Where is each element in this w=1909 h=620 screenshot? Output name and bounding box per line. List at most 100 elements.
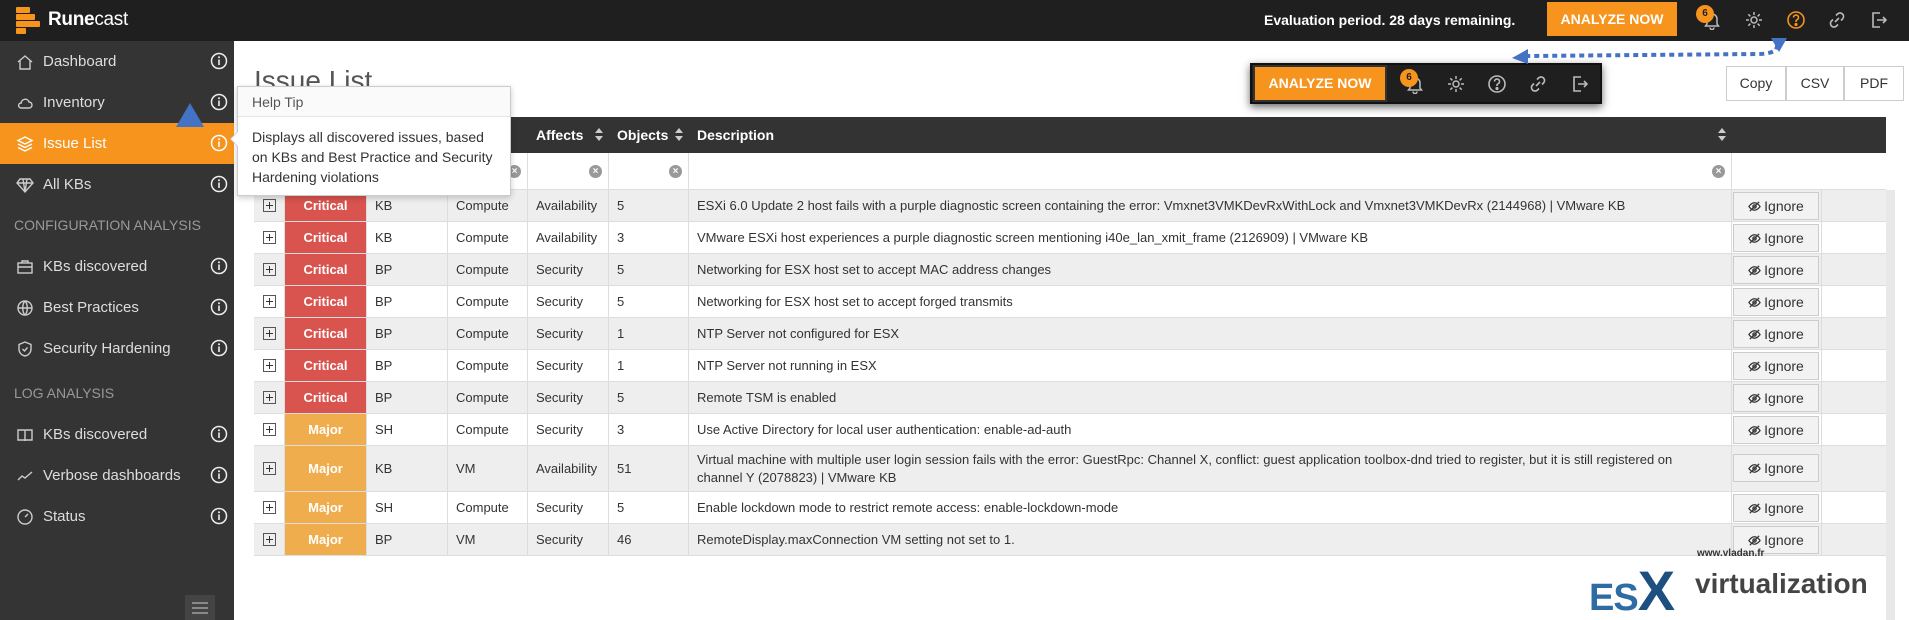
sidebar-item-config-kbs-discovered[interactable]: KBs discovered bbox=[0, 246, 234, 287]
brand-name: Runecast bbox=[48, 9, 128, 30]
issue-description[interactable]: Virtual machine with multiple user login… bbox=[689, 446, 1732, 491]
expand-row-icon[interactable] bbox=[254, 414, 285, 445]
expand-row-icon[interactable] bbox=[254, 254, 285, 285]
ignore-button[interactable]: Ignore bbox=[1733, 384, 1819, 412]
sort-icon[interactable] bbox=[595, 128, 603, 142]
chart-line-icon bbox=[15, 466, 35, 486]
sidebar-item-issue-list[interactable]: Issue List bbox=[0, 123, 234, 164]
clear-filter-icon[interactable]: × bbox=[589, 165, 602, 178]
expand-row-icon[interactable] bbox=[254, 350, 285, 381]
sidebar-item-security-hardening[interactable]: Security Hardening bbox=[0, 328, 234, 369]
expand-row-icon[interactable] bbox=[254, 222, 285, 253]
filter-objects[interactable]: × bbox=[609, 153, 689, 190]
link-icon[interactable] bbox=[1526, 72, 1550, 96]
filter-description[interactable]: × bbox=[689, 153, 1732, 190]
logout-icon[interactable] bbox=[1866, 8, 1890, 32]
filter-affects[interactable]: × bbox=[528, 153, 609, 190]
sidebar-item-log-kbs-discovered[interactable]: KBs discovered bbox=[0, 414, 234, 455]
info-icon[interactable] bbox=[210, 298, 228, 316]
affects: Security bbox=[528, 492, 609, 523]
issue-description[interactable]: NTP Server not configured for ESX bbox=[689, 318, 1732, 349]
help-icon[interactable] bbox=[1784, 8, 1808, 32]
issue-type: BP bbox=[367, 318, 448, 349]
applies-to: VM bbox=[448, 524, 528, 555]
table-row: Critical BP Compute Security 1 NTP Serve… bbox=[254, 350, 1886, 382]
ignore-button[interactable]: Ignore bbox=[1733, 192, 1819, 220]
info-icon[interactable] bbox=[210, 425, 228, 443]
logout-icon[interactable] bbox=[1567, 72, 1591, 96]
issue-description[interactable]: NTP Server not running in ESX bbox=[689, 350, 1732, 381]
affects: Security bbox=[528, 414, 609, 445]
expand-row-icon[interactable] bbox=[254, 524, 285, 555]
issue-type: BP bbox=[367, 254, 448, 285]
pdf-button[interactable]: PDF bbox=[1844, 66, 1904, 101]
eye-slash-icon bbox=[1748, 200, 1761, 212]
eye-slash-icon bbox=[1748, 232, 1761, 244]
expand-row-icon[interactable] bbox=[254, 492, 285, 523]
analyze-now-button[interactable]: ANALYZE NOW bbox=[1547, 2, 1677, 36]
issue-type: BP bbox=[367, 286, 448, 317]
ignore-button[interactable]: Ignore bbox=[1733, 454, 1819, 482]
ignore-cell: Ignore bbox=[1732, 446, 1822, 491]
speedometer-icon bbox=[15, 507, 35, 527]
log-analysis-heading: LOG ANALYSIS bbox=[14, 385, 115, 401]
info-icon[interactable] bbox=[210, 466, 228, 484]
column-header-objects[interactable]: Objects bbox=[609, 117, 689, 153]
applies-to: Compute bbox=[448, 318, 528, 349]
runecast-logo[interactable]: Runecast bbox=[16, 7, 128, 34]
issue-description[interactable]: Networking for ESX host set to accept MA… bbox=[689, 254, 1732, 285]
expand-row-icon[interactable] bbox=[254, 446, 285, 491]
issue-description[interactable]: Remote TSM is enabled bbox=[689, 382, 1732, 413]
sidebar-item-best-practices[interactable]: Best Practices bbox=[0, 287, 234, 328]
issue-description[interactable]: Enable lockdown mode to restrict remote … bbox=[689, 492, 1732, 523]
clear-filter-icon[interactable]: × bbox=[669, 165, 682, 178]
ignore-button[interactable]: Ignore bbox=[1733, 352, 1819, 380]
analyze-now-button-zoomed[interactable]: ANALYZE NOW bbox=[1253, 65, 1387, 102]
expand-row-icon[interactable] bbox=[254, 286, 285, 317]
ignore-button[interactable]: Ignore bbox=[1733, 256, 1819, 284]
expand-row-icon[interactable] bbox=[254, 318, 285, 349]
info-icon[interactable] bbox=[210, 175, 228, 193]
sidebar-item-status[interactable]: Status bbox=[0, 496, 234, 537]
csv-button[interactable]: CSV bbox=[1786, 66, 1844, 101]
collapse-menu-icon[interactable] bbox=[185, 595, 215, 620]
sort-icon[interactable] bbox=[1718, 128, 1726, 142]
info-icon[interactable] bbox=[210, 52, 228, 70]
sidebar-item-verbose-dashboards[interactable]: Verbose dashboards bbox=[0, 455, 234, 496]
link-icon[interactable] bbox=[1825, 8, 1849, 32]
copy-button[interactable]: Copy bbox=[1726, 66, 1786, 101]
affects: Security bbox=[528, 524, 609, 555]
issue-description[interactable]: VMware ESXi host experiences a purple di… bbox=[689, 222, 1732, 253]
ignore-button[interactable]: Ignore bbox=[1733, 224, 1819, 252]
column-header-description[interactable]: Description bbox=[689, 117, 1732, 153]
issue-description[interactable]: Use Active Directory for local user auth… bbox=[689, 414, 1732, 445]
sort-icon[interactable] bbox=[675, 128, 683, 142]
severity-badge: Major bbox=[285, 446, 367, 491]
gear-icon[interactable] bbox=[1444, 72, 1468, 96]
ignore-cell: Ignore bbox=[1732, 190, 1822, 221]
arrow-head-icon bbox=[1771, 38, 1787, 52]
column-header-affects[interactable]: Affects bbox=[528, 117, 609, 153]
clear-filter-icon[interactable]: × bbox=[1712, 165, 1725, 178]
info-icon[interactable] bbox=[210, 339, 228, 357]
ignore-button[interactable]: Ignore bbox=[1733, 494, 1819, 522]
ignore-button[interactable]: Ignore bbox=[1733, 288, 1819, 316]
severity-badge: Major bbox=[285, 414, 367, 445]
sidebar-item-dashboard[interactable]: Dashboard bbox=[0, 41, 234, 82]
dotted-arrow-icon bbox=[1512, 38, 1778, 64]
issue-description[interactable]: ESXi 6.0 Update 2 host fails with a purp… bbox=[689, 190, 1732, 221]
gear-icon[interactable] bbox=[1742, 8, 1766, 32]
info-icon[interactable] bbox=[210, 257, 228, 275]
issue-description[interactable]: Networking for ESX host set to accept fo… bbox=[689, 286, 1732, 317]
severity-badge: Critical bbox=[285, 286, 367, 317]
info-icon[interactable] bbox=[210, 134, 228, 152]
info-icon[interactable] bbox=[210, 507, 228, 525]
ignore-button[interactable]: Ignore bbox=[1733, 416, 1819, 444]
sidebar-item-all-kbs[interactable]: All KBs bbox=[0, 164, 234, 205]
objects-count: 5 bbox=[609, 492, 689, 523]
info-icon[interactable] bbox=[210, 93, 228, 111]
expand-row-icon[interactable] bbox=[254, 382, 285, 413]
ignore-button[interactable]: Ignore bbox=[1733, 320, 1819, 348]
issue-description[interactable]: RemoteDisplay.maxConnection VM setting n… bbox=[689, 524, 1732, 555]
help-icon[interactable] bbox=[1485, 72, 1509, 96]
